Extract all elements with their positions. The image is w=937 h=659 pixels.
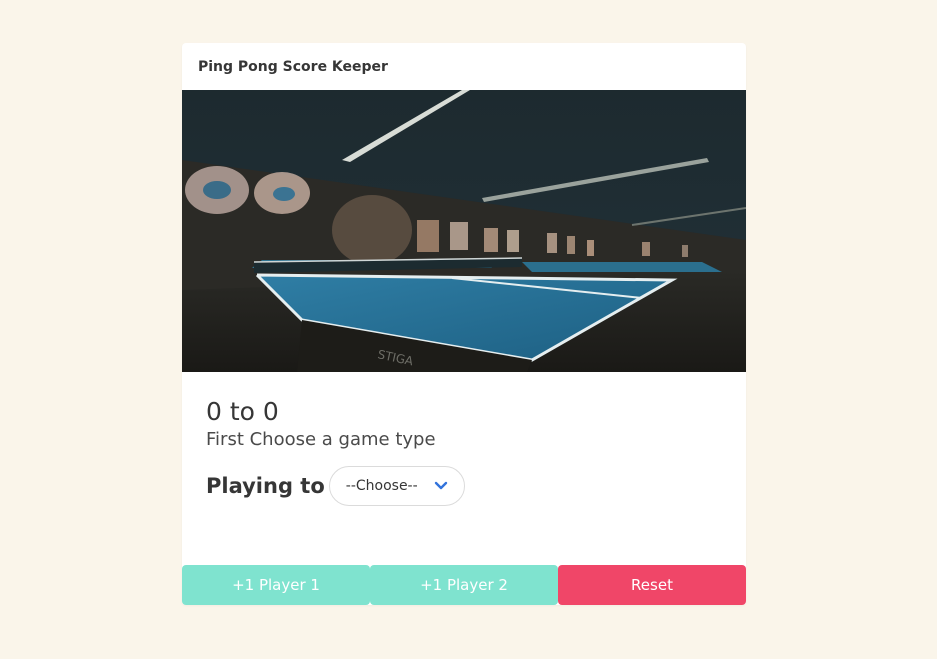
card-content: 0 to 0 First Choose a game type Playing … bbox=[206, 396, 722, 506]
game-type-hint: First Choose a game type bbox=[206, 429, 436, 450]
score-keeper-card: Ping Pong Score Keeper STIGA 0 to 0 Firs… bbox=[182, 43, 746, 605]
playing-to-row: Playing to --Choose-- bbox=[206, 466, 722, 506]
card-header: Ping Pong Score Keeper bbox=[182, 43, 746, 90]
ping-pong-hall-illustration: STIGA bbox=[182, 90, 746, 372]
ping-pong-hall-image: STIGA bbox=[182, 90, 746, 372]
score-display: 0 to 0 bbox=[206, 397, 279, 426]
playing-to-label: Playing to bbox=[206, 474, 325, 498]
winning-score-select-value: --Choose-- bbox=[345, 478, 418, 494]
card-title: Ping Pong Score Keeper bbox=[198, 58, 388, 75]
winning-score-select[interactable]: --Choose-- bbox=[328, 466, 465, 506]
card-footer: +1 Player 1 +1 Player 2 Reset bbox=[182, 565, 746, 605]
reset-button[interactable]: Reset bbox=[558, 565, 746, 605]
add-point-player2-button[interactable]: +1 Player 2 bbox=[370, 565, 558, 605]
add-point-player1-button[interactable]: +1 Player 1 bbox=[182, 565, 370, 605]
chevron-down-icon bbox=[434, 481, 447, 490]
